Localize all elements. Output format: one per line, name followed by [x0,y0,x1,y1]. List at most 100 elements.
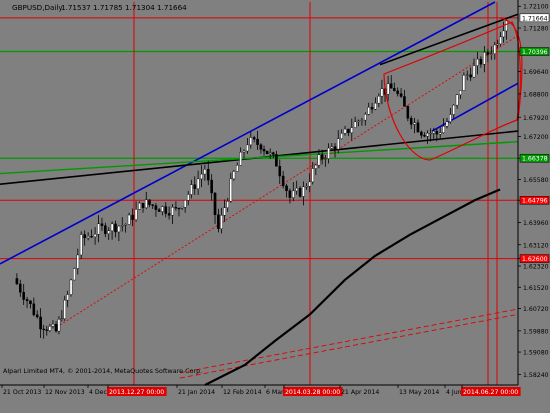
candle-bull [232,171,236,180]
candle-bull [327,147,330,159]
price-tick-label: 1.72100 [523,4,549,11]
candle-bull [249,137,253,146]
time-tick-label: 2014.03.28 00:00 [285,389,340,396]
candle-bear [104,225,107,234]
symbol-label: GBPUSD,Daily [12,3,63,12]
candle-bull [505,20,508,32]
price-badge-label: 1.71664 [522,15,548,22]
header: GBPUSD,Daily 1.71537 1.71785 1.71304 1.7… [12,3,187,12]
price-chart[interactable]: 1.72100 1.71280 1.70396 1.69640 1.68800 1.679… [0,0,550,413]
candle-bull [476,58,479,66]
candle-bull [200,173,203,180]
candle-bear [272,152,275,155]
candle-bull [57,319,61,332]
candle-bear [333,146,337,150]
copyright-label: Alpari Limited MT4, © 2001-2014, MetaQuo… [3,367,202,375]
candle-bull [171,207,174,216]
candle-bear [416,122,420,133]
candle-bear [39,316,42,330]
candle-bull [186,194,190,201]
candle-bear [399,93,403,97]
candle-bull [380,88,384,97]
price-tick-label: 1.67920 [523,115,549,122]
candle-bear [320,154,324,160]
candle-bull [455,94,459,106]
candle-bull [180,207,184,209]
candle-bull [364,114,367,121]
price-tick-label: 1.71280 [523,26,549,33]
candle-bear [217,214,220,229]
candle-bull [377,95,381,104]
candle-bear [392,88,396,92]
candle-bear [370,107,374,110]
candle-bull [449,114,452,123]
candle-bull [110,223,114,231]
candle-bear [278,166,282,177]
candle-bull [220,215,223,229]
candle-bull [426,132,429,137]
price-badge-label: 1.62600 [522,256,548,263]
candle-bear [281,175,285,187]
candle-bull [196,178,200,189]
candle-bear [131,214,134,220]
candle-bull [69,279,73,295]
candle-bear [35,314,39,318]
candle-bull [357,120,360,122]
candle-bear [167,213,171,216]
candle-bull [442,126,445,133]
price-badge-label: 1.70396 [522,49,548,56]
candle-bull [302,186,305,197]
candle-bear [423,135,426,137]
candle-bear [420,131,423,136]
candle-bull [340,133,343,139]
chart-window[interactable]: 1.72100 1.71280 1.70396 1.69640 1.68800 1.679… [0,0,550,413]
candle-bear [389,83,393,89]
candle-bear [213,192,217,215]
candle-bull [374,102,377,110]
candle-bear [298,187,302,197]
candle-bull [127,214,131,225]
candle-bull [73,268,76,281]
candle-bull [138,202,141,210]
candle-bear [256,138,259,145]
price-tick-label: 1.61520 [523,285,549,292]
candle-bull [452,104,456,115]
candle-bear [259,144,263,150]
candle-bull [367,107,370,115]
price-tick-label: 1.69640 [523,69,549,76]
candle-bull [360,119,364,122]
chart-background [0,0,550,413]
candle-bear [45,329,49,331]
candle-bull [429,132,432,135]
candle-bull [292,190,295,198]
candle-bull [229,178,233,202]
candle-bear [151,204,154,206]
candle-bear [403,96,406,107]
candle-bull [493,44,497,54]
candle-bear [262,149,266,152]
candle-bear [154,205,158,210]
price-tick-label: 1.63960 [523,220,549,227]
candle-bear [25,299,29,302]
candle-bull [190,184,193,195]
candle-bull [314,164,318,169]
candle-bull [79,234,83,256]
candle-bull [134,209,138,220]
candle-bear [396,90,399,94]
candle-bear [29,300,32,305]
candle-bear [90,236,93,238]
candle-bear [18,283,22,293]
candle-bear [265,150,269,155]
price-tick-label: 1.63120 [523,242,549,249]
candle-bull [317,154,321,166]
candle-bear [177,207,181,210]
candle-bear [347,128,350,134]
price-tick-label: 1.67200 [523,134,549,141]
candle-bull [445,121,449,127]
candle-bear [174,207,178,209]
candle-bear [42,328,45,331]
candle-bull [343,128,347,134]
candle-bear [275,154,278,167]
candle-bull [413,122,416,125]
candle-bull [76,254,80,269]
